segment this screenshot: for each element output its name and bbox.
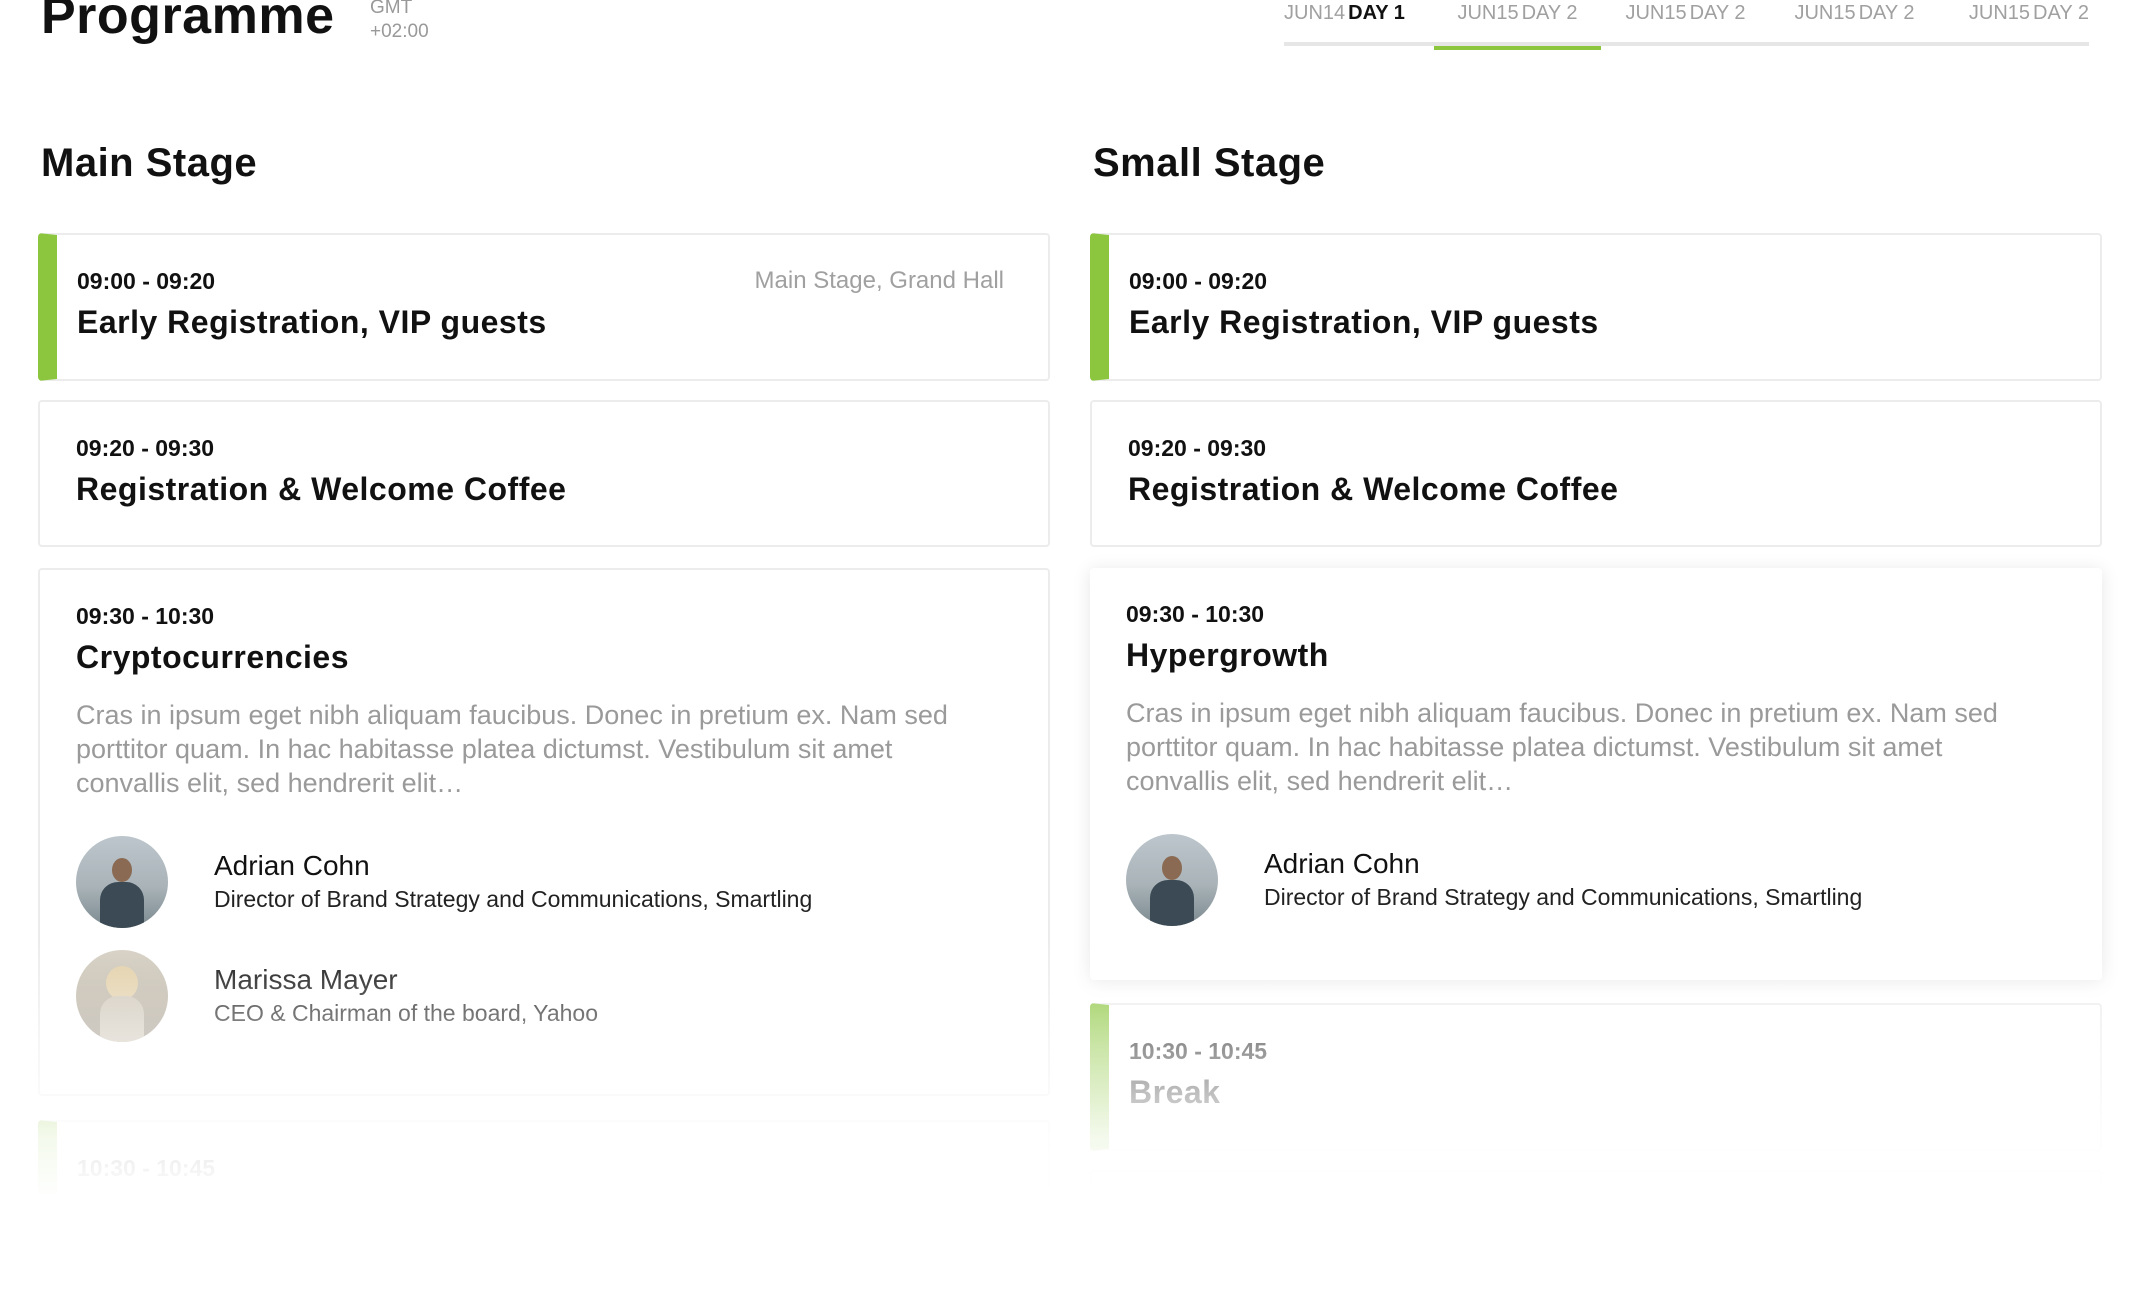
speaker-role: Director of Brand Strategy and Communica…	[214, 886, 813, 912]
session-time: 09:30 - 10:30	[1126, 601, 1265, 627]
session-card[interactable]: 10:45 - 12:00 Hypergrowth	[1090, 1170, 2102, 1298]
tab-date: JUN15	[1625, 2, 1687, 24]
tab-day-5[interactable]: JUN15 DAY 2	[1939, 0, 2089, 46]
speaker-name: Adrian Cohn	[214, 850, 370, 881]
main-stage-title: Main Stage	[41, 141, 258, 185]
session-card[interactable]: 09:00 - 09:20 Early Registration, VIP gu…	[38, 233, 1050, 381]
tab-day-label: DAY 1	[1348, 2, 1405, 24]
tab-date: JUN14	[1284, 2, 1346, 24]
page-header: Programme GMT +02:00 JUN14 DAY 1 JUN15 DAY…	[0, 0, 2136, 70]
session-time: 10:30 - 10:45	[1129, 1038, 1268, 1064]
small-stage-title: Small Stage	[1093, 141, 1326, 185]
speaker-name: Marissa Mayer	[214, 964, 398, 995]
speaker[interactable]: Marissa Mayer CEO & Chairman of the boar…	[76, 950, 1012, 1042]
avatar	[76, 836, 168, 928]
tab-day-label: DAY 2	[1689, 2, 1746, 24]
session-title: Break	[77, 1191, 169, 1227]
session-card[interactable]: 09:20 - 09:30 Registration & Welcome Cof…	[38, 400, 1050, 547]
speaker[interactable]: Adrian Cohn Director of Brand Strategy a…	[1126, 834, 2066, 926]
tab-date: JUN15	[1968, 2, 2031, 24]
speaker-name: Adrian Cohn	[1264, 848, 1420, 879]
session-title: Early Registration, VIP guests	[1129, 304, 1599, 340]
session-title: Hypergrowth	[1126, 637, 1329, 673]
session-title: Registration & Welcome Coffee	[1128, 471, 1619, 507]
tab-day-label: DAY 2	[2033, 2, 2089, 24]
main-stage-column: Main Stage 09:00 - 09:20 Early Registrat…	[38, 130, 1050, 1268]
session-card-expanded[interactable]: 09:30 - 10:30 Cryptocurrencies Cras in i…	[38, 568, 1050, 1096]
session-description: Cras in ipsum eget nibh aliquam faucibus…	[1126, 698, 1998, 796]
session-card-expanded[interactable]: 09:30 - 10:30 Hypergrowth Cras in ipsum …	[1090, 568, 2102, 980]
session-time: 09:30 - 10:30	[76, 603, 215, 629]
session-time: 09:00 - 09:20	[1129, 268, 1268, 294]
session-title: Registration & Welcome Coffee	[76, 471, 567, 507]
session-title: Hypergrowth	[1128, 1241, 1331, 1277]
timezone-offset: +02:00	[370, 21, 429, 42]
session-card[interactable]: 10:30 - 10:45 Break	[38, 1120, 1050, 1268]
session-time: 09:20 - 09:30	[1128, 435, 1267, 461]
timezone-name: GMT	[370, 0, 413, 18]
tab-day-1[interactable]: JUN14 DAY 1	[1284, 0, 1434, 46]
session-time: 09:20 - 09:30	[76, 435, 215, 461]
session-title: Cryptocurrencies	[76, 639, 349, 675]
session-description: Cras in ipsum eget nibh aliquam faucibus…	[76, 700, 948, 798]
avatar	[1126, 834, 1218, 926]
day-tabs: JUN14 DAY 1 JUN15 DAY 2 JUN15 DAY 2 JUN15 DA…	[1284, 0, 2089, 50]
tab-day-2[interactable]: JUN15 DAY 2	[1434, 0, 1601, 50]
tab-date: JUN15	[1457, 2, 1519, 24]
speaker-role: Director of Brand Strategy and Communica…	[1264, 884, 1863, 910]
tab-day-4[interactable]: JUN15 DAY 2	[1770, 0, 1939, 46]
tab-day-label: DAY 2	[1521, 2, 1578, 24]
speaker-role: CEO & Chairman of the board, Yahoo	[214, 1000, 598, 1026]
page-title: Programme	[41, 0, 335, 45]
session-card[interactable]: 09:00 - 09:20 Early Registration, VIP gu…	[1090, 233, 2102, 381]
session-card[interactable]: 09:20 - 09:30 Registration & Welcome Cof…	[1090, 400, 2102, 547]
small-stage-column: Small Stage 09:00 - 09:20 Early Registra…	[1090, 130, 2102, 1298]
session-title: Early Registration, VIP guests	[77, 304, 547, 340]
session-card[interactable]: 10:30 - 10:45 Break	[1090, 1003, 2102, 1151]
tab-date: JUN15	[1794, 2, 1856, 24]
session-time: 10:30 - 10:45	[77, 1155, 216, 1181]
speaker[interactable]: Adrian Cohn Director of Brand Strategy a…	[76, 836, 1012, 928]
session-time: 10:45 - 12:00	[1128, 1205, 1267, 1231]
session-title: Break	[1129, 1074, 1221, 1110]
session-location: Main Stage, Grand Hall	[754, 267, 1004, 294]
timezone-label: GMT +02:00	[370, 0, 429, 44]
avatar	[76, 950, 168, 1042]
tab-day-label: DAY 2	[1858, 2, 1915, 24]
tab-day-3[interactable]: JUN15 DAY 2	[1601, 0, 1770, 46]
